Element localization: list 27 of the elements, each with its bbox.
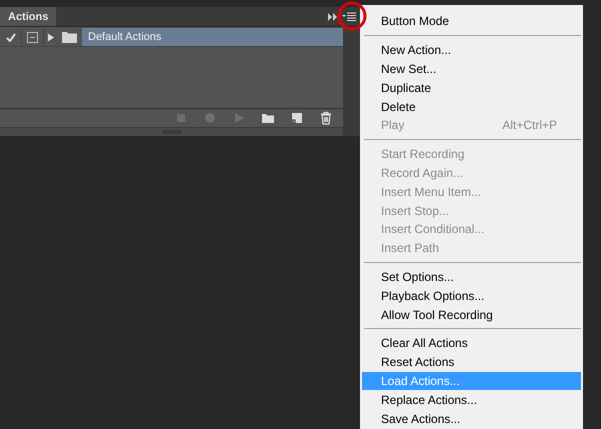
- menu-item[interactable]: Save Actions...: [362, 409, 581, 428]
- new-icon[interactable]: [290, 111, 304, 125]
- collapse-icon[interactable]: [328, 12, 338, 20]
- menu-item[interactable]: Playback Options...: [362, 286, 581, 306]
- menu-item[interactable]: Set Options...: [362, 268, 581, 286]
- menu-icon[interactable]: [342, 12, 356, 21]
- menu-item[interactable]: Allow Tool Recording: [362, 305, 581, 324]
- menu-item[interactable]: Reset Actions: [362, 352, 581, 372]
- menu-item[interactable]: Clear All Actions: [362, 334, 581, 353]
- delete-icon[interactable]: [319, 111, 333, 125]
- scrollbar-track[interactable]: [343, 27, 360, 136]
- resize-grip-icon[interactable]: [162, 130, 182, 134]
- check-icon[interactable]: [6, 32, 16, 42]
- menu-shortcut: Alt+Ctrl+P: [502, 118, 557, 132]
- menu-item[interactable]: Replace Actions...: [362, 390, 581, 410]
- action-set-name[interactable]: Default Actions: [82, 28, 343, 46]
- dialog-toggle-icon[interactable]: [27, 32, 38, 42]
- highlight-circle: [337, 1, 367, 31]
- menu-item[interactable]: New Set...: [362, 60, 581, 78]
- folder-icon[interactable]: [261, 111, 275, 125]
- panel-tab[interactable]: Actions: [0, 7, 56, 26]
- collapsed-triangle-icon[interactable]: [47, 32, 55, 42]
- menu-item[interactable]: New Action...: [362, 40, 581, 60]
- menu-item[interactable]: Delete: [362, 97, 581, 116]
- menu-item[interactable]: Duplicate: [362, 78, 581, 98]
- folder-icon: [62, 31, 76, 43]
- menu-item[interactable]: Button Mode: [362, 12, 581, 31]
